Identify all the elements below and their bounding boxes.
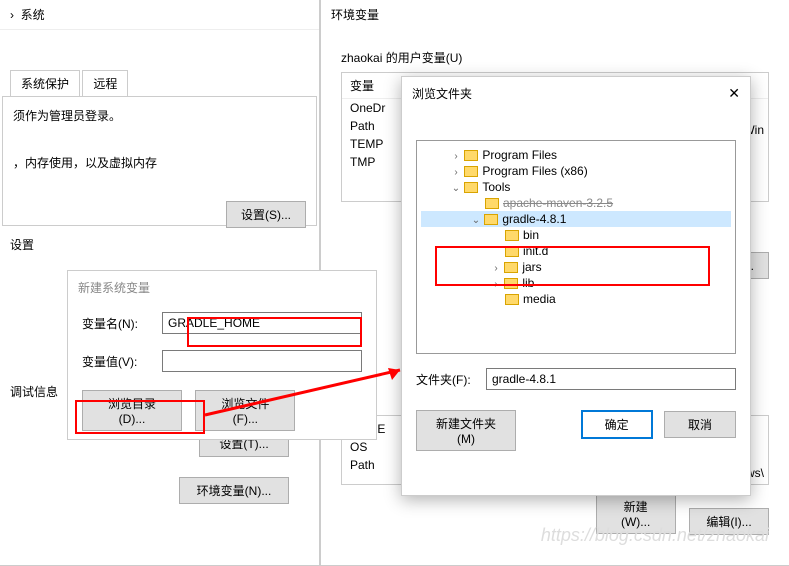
chevron-right-icon[interactable]: ›: [491, 263, 501, 274]
tree-item-tools[interactable]: ⌄ Tools: [421, 179, 731, 195]
env-dialog-title: 环境变量: [321, 0, 789, 29]
browse-dir-button[interactable]: 浏览目录(D)...: [82, 390, 182, 431]
tab-remote[interactable]: 远程: [82, 70, 128, 96]
new-var-dialog: 新建系统变量 变量名(N): 变量值(V): 浏览目录(D)... 浏览文件(F…: [67, 270, 377, 440]
folder-icon: [485, 198, 499, 209]
folder-icon: [505, 294, 519, 305]
tree-item-gradle[interactable]: ⌄ gradle-4.8.1: [421, 211, 731, 227]
new-var-title: 新建系统变量: [68, 271, 376, 304]
new-folder-button[interactable]: 新建文件夹(M): [416, 410, 516, 451]
tree-item-program-files-x86[interactable]: › Program Files (x86): [421, 163, 731, 179]
chevron-right-icon[interactable]: ›: [451, 151, 461, 162]
tree-item-jars[interactable]: › jars: [421, 259, 731, 275]
chevron-right-icon[interactable]: ›: [451, 167, 461, 178]
watermark: https://blog.csdn.net/zhaokai: [541, 525, 769, 546]
folder-icon: [505, 230, 519, 241]
browse-file-button[interactable]: 浏览文件(F)...: [195, 390, 295, 431]
breadcrumb-sep: ›: [10, 8, 21, 22]
system-protection-group: 须作为管理员登录。 ，内存使用，以及虚拟内存 设置(S)...: [2, 96, 317, 226]
folder-field-input[interactable]: [486, 368, 736, 390]
tree-item-lib[interactable]: › lib: [421, 275, 731, 291]
cancel-button[interactable]: 取消: [664, 411, 736, 438]
chevron-right-icon[interactable]: ›: [491, 279, 501, 290]
browse-folder-dialog: 浏览文件夹 ✕ › Program Files › Program Files …: [401, 76, 751, 496]
env-var-button[interactable]: 环境变量(N)...: [179, 477, 289, 504]
folder-tree[interactable]: › Program Files › Program Files (x86) ⌄ …: [416, 140, 736, 354]
memory-note: ，内存使用，以及虚拟内存: [13, 154, 306, 171]
folder-icon: [464, 166, 478, 177]
ok-button[interactable]: 确定: [581, 410, 653, 439]
tree-item-initd[interactable]: init.d: [421, 243, 731, 259]
breadcrumb: › 系统: [0, 0, 319, 30]
var-value-input[interactable]: [162, 350, 362, 372]
folder-icon: [505, 246, 519, 257]
folder-field-label: 文件夹(F):: [416, 371, 486, 388]
folder-icon: [504, 262, 518, 273]
var-name-label: 变量名(N):: [82, 315, 162, 332]
close-icon[interactable]: ✕: [728, 85, 740, 102]
tab-system-protection[interactable]: 系统保护: [10, 70, 80, 96]
folder-icon: [504, 278, 518, 289]
settings-s-button[interactable]: 设置(S)...: [226, 201, 306, 228]
var-name-input[interactable]: [162, 312, 362, 334]
folder-icon: [464, 182, 478, 193]
admin-note: 须作为管理员登录。: [13, 107, 306, 124]
browse-title: 浏览文件夹: [412, 85, 472, 102]
var-value-label: 变量值(V):: [82, 353, 162, 370]
tree-item-bin[interactable]: bin: [421, 227, 731, 243]
tree-item-maven[interactable]: apache-maven-3.2.5: [421, 195, 731, 211]
tree-item-media[interactable]: media: [421, 291, 731, 307]
tree-item-program-files[interactable]: › Program Files: [421, 147, 731, 163]
chevron-down-icon[interactable]: ⌄: [451, 183, 461, 194]
chevron-down-icon[interactable]: ⌄: [471, 215, 481, 226]
settings-label: 设置: [0, 226, 319, 263]
user-vars-header: zhaokai 的用户变量(U): [341, 49, 769, 66]
folder-icon: [484, 214, 498, 225]
folder-icon: [464, 150, 478, 161]
